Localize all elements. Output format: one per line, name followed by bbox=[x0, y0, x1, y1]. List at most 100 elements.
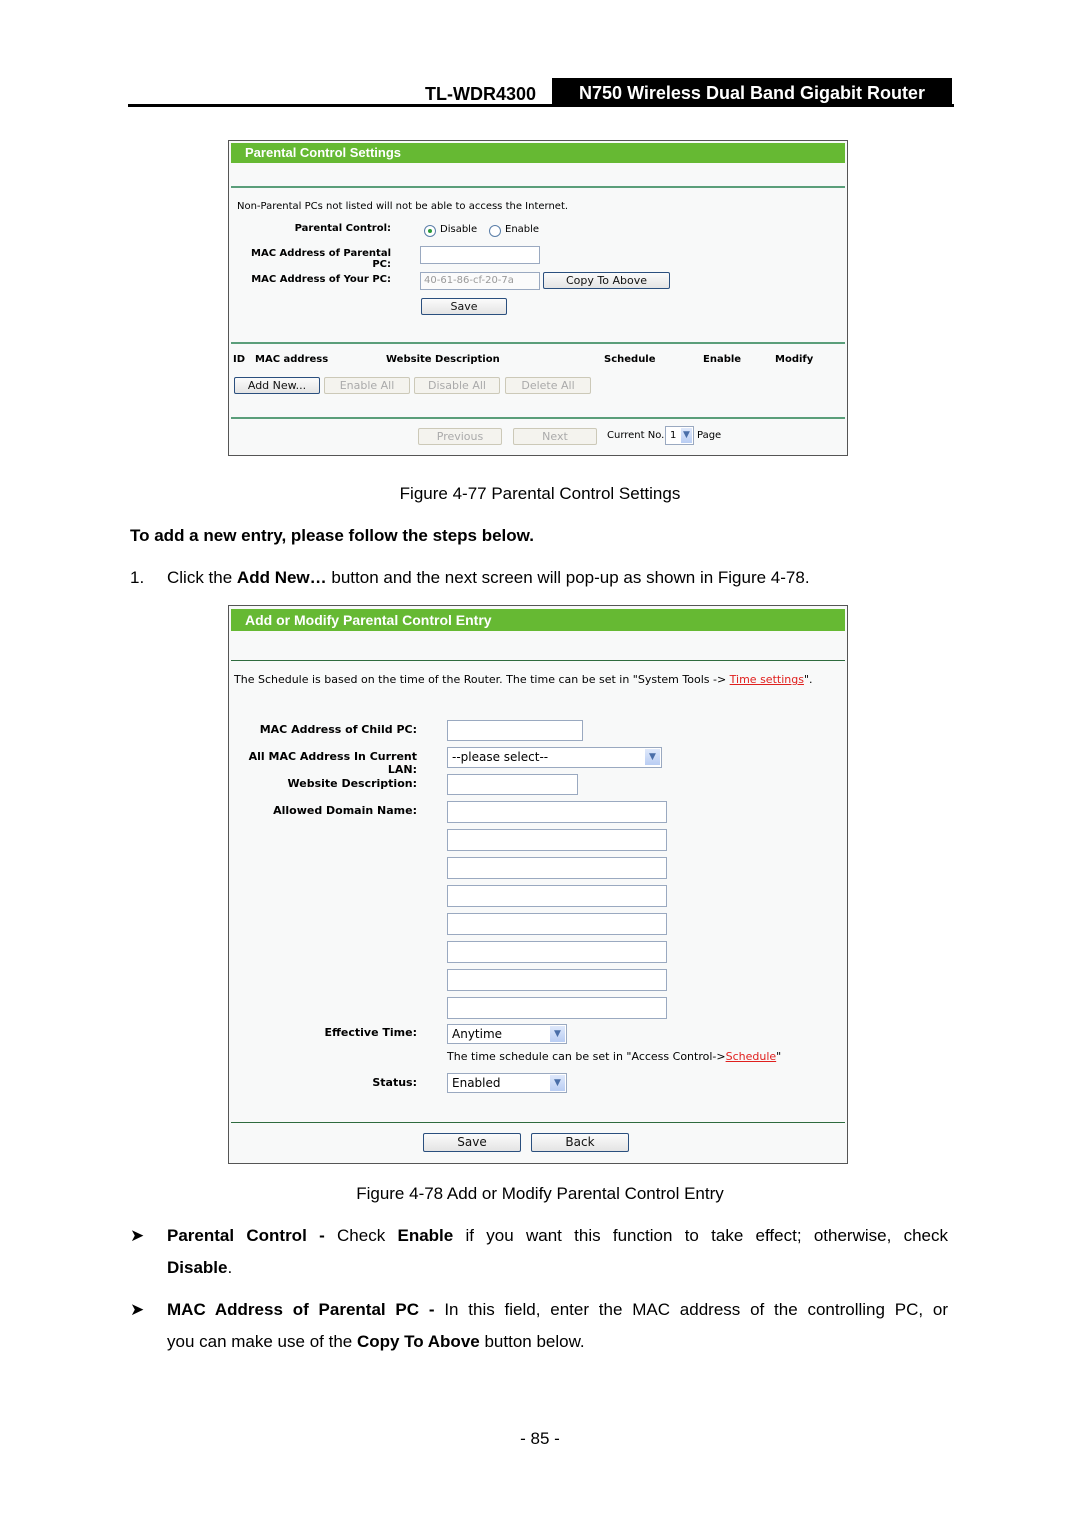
notice-text: Non-Parental PCs not listed will not be … bbox=[237, 201, 569, 212]
allowed-domain-label: Allowed Domain Name: bbox=[273, 804, 417, 817]
enable-radio-label: Enable bbox=[505, 224, 540, 235]
status-label: Status: bbox=[372, 1076, 417, 1089]
allowed-domain-input[interactable] bbox=[447, 969, 667, 991]
disable-radio[interactable] bbox=[424, 225, 436, 237]
col-header-enable: Enable bbox=[703, 354, 742, 365]
panel-title: Add or Modify Parental Control Entry bbox=[231, 609, 845, 631]
bullet-2-text-2: you can make use of the bbox=[167, 1332, 357, 1351]
header-divider bbox=[128, 104, 954, 107]
status-select[interactable]: Enabled ▼ bbox=[447, 1073, 567, 1093]
delete-all-button[interactable]: Delete All bbox=[505, 377, 591, 394]
next-button[interactable]: Next bbox=[513, 428, 597, 445]
header-model: TL-WDR4300 bbox=[425, 84, 537, 104]
mac-child-input[interactable] bbox=[447, 720, 583, 741]
bullet-1-bold-disable: Disable bbox=[167, 1258, 228, 1277]
bullet-2-line-1: MAC Address of Parental PC - In this fie… bbox=[167, 1300, 948, 1320]
figure-78-caption: Figure 4-78 Add or Modify Parental Contr… bbox=[356, 1184, 724, 1203]
previous-button[interactable]: Previous bbox=[418, 428, 502, 445]
add-new-button[interactable]: Add New... bbox=[234, 377, 320, 394]
bullet-2-bold: Copy To Above bbox=[356, 1332, 480, 1351]
allowed-domain-input[interactable] bbox=[447, 997, 667, 1019]
copy-to-above-button[interactable]: Copy To Above bbox=[543, 272, 670, 289]
bullet-1-line-1: Parental Control - Check Enable if you w… bbox=[167, 1226, 948, 1246]
chevron-down-icon: ▼ bbox=[550, 1075, 565, 1091]
step-1-bold: Add New… bbox=[236, 568, 327, 587]
allowed-domain-input[interactable] bbox=[447, 885, 667, 907]
back-button[interactable]: Back bbox=[531, 1133, 629, 1152]
add-modify-entry-panel: Add or Modify Parental Control Entry The… bbox=[228, 605, 848, 1164]
allowed-domain-input[interactable] bbox=[447, 941, 667, 963]
bullet-2-line-2: you can make use of the Copy To Above bu… bbox=[167, 1332, 585, 1352]
step-1-number: 1. bbox=[130, 568, 145, 587]
mac-your-pc-label: MAC Address of Your PC: bbox=[251, 274, 391, 285]
page-select[interactable]: 1 ▼ bbox=[665, 426, 694, 445]
mac-child-label: MAC Address of Child PC: bbox=[259, 723, 417, 736]
bullet-1-bold-enable: Enable bbox=[397, 1226, 454, 1245]
allowed-domain-input[interactable] bbox=[447, 801, 667, 823]
website-desc-label: Website Description: bbox=[287, 777, 418, 790]
divider bbox=[231, 186, 845, 188]
bullet-1-text: Check bbox=[337, 1226, 398, 1245]
page-number: - 85 - bbox=[520, 1429, 560, 1448]
bullet-2-term: MAC Address of Parental PC - bbox=[167, 1300, 445, 1319]
mac-your-pc-input[interactable]: 40-61-86-cf-20-7a bbox=[420, 272, 540, 290]
schedule-note-pre: The Schedule is based on the time of the… bbox=[234, 673, 730, 686]
col-header-modify: Modify bbox=[775, 354, 814, 365]
effective-time-label: Effective Time: bbox=[324, 1026, 418, 1039]
bullet-1-term: Parental Control - bbox=[167, 1226, 338, 1245]
mac-parental-input[interactable] bbox=[420, 246, 540, 264]
effective-time-value: Anytime bbox=[452, 1027, 503, 1041]
all-mac-select-value: --please select-- bbox=[452, 750, 549, 764]
bullet-1-text-3: . bbox=[227, 1258, 233, 1277]
schedule-note-post: ". bbox=[803, 673, 813, 686]
website-desc-input[interactable] bbox=[447, 774, 578, 795]
time-note-pre: The time schedule can be set in "Access … bbox=[447, 1050, 726, 1063]
bullet-arrow-icon: ➤ bbox=[130, 1226, 145, 1245]
parental-control-settings-panel: Parental Control Settings Non-Parental P… bbox=[228, 140, 848, 456]
save-button[interactable]: Save bbox=[421, 298, 507, 315]
time-settings-link[interactable]: Time settings bbox=[730, 673, 804, 686]
time-note: The time schedule can be set in "Access … bbox=[447, 1050, 781, 1063]
panel-title: Parental Control Settings bbox=[231, 143, 845, 163]
save-button[interactable]: Save bbox=[423, 1133, 521, 1152]
schedule-link[interactable]: Schedule bbox=[726, 1050, 777, 1063]
allowed-domain-input[interactable] bbox=[447, 829, 667, 851]
effective-time-select[interactable]: Anytime ▼ bbox=[447, 1024, 567, 1044]
col-header-schedule: Schedule bbox=[604, 354, 656, 365]
header-product: N750 Wireless Dual Band Gigabit Router bbox=[552, 78, 952, 107]
schedule-note: The Schedule is based on the time of the… bbox=[234, 673, 813, 686]
all-mac-select[interactable]: --please select-- ▼ bbox=[447, 747, 662, 768]
chevron-down-icon: ▼ bbox=[681, 428, 692, 443]
parental-control-label: Parental Control: bbox=[294, 223, 391, 234]
chevron-down-icon: ▼ bbox=[645, 749, 660, 765]
bullet-2-text: In this field, enter the MAC address of … bbox=[444, 1300, 949, 1319]
figure-77-caption: Figure 4-77 Parental Control Settings bbox=[399, 484, 681, 503]
bullet-2-text-3: button below. bbox=[479, 1332, 585, 1351]
divider bbox=[231, 417, 845, 419]
allowed-domain-input[interactable] bbox=[447, 913, 667, 935]
divider bbox=[231, 660, 845, 661]
time-note-post: " bbox=[776, 1050, 782, 1063]
col-header-mac: MAC address bbox=[255, 354, 329, 365]
current-no-label: Current No. bbox=[607, 430, 665, 441]
page-label: Page bbox=[697, 430, 722, 441]
enable-radio[interactable] bbox=[489, 225, 501, 237]
step-1-post: button and the next screen will pop-up a… bbox=[326, 568, 810, 587]
mac-parental-label: MAC Address of Parental PC: bbox=[251, 248, 391, 270]
chevron-down-icon: ▼ bbox=[550, 1026, 565, 1042]
bullet-1-line-2: Disable. bbox=[167, 1258, 232, 1278]
divider bbox=[231, 1122, 845, 1123]
col-header-website: Website Description bbox=[386, 354, 500, 365]
step-1-text: Click the Add New… button and the next s… bbox=[167, 568, 810, 588]
steps-heading: To add a new entry, please follow the st… bbox=[130, 526, 534, 545]
disable-all-button[interactable]: Disable All bbox=[414, 377, 500, 394]
enable-all-button[interactable]: Enable All bbox=[324, 377, 410, 394]
all-mac-label: All MAC Address In Current LAN: bbox=[248, 750, 417, 776]
allowed-domain-input[interactable] bbox=[447, 857, 667, 879]
step-1-pre: Click the bbox=[167, 568, 237, 587]
disable-radio-label: Disable bbox=[440, 224, 478, 235]
bullet-1-text-2: if you want this function to take effect… bbox=[453, 1226, 949, 1245]
col-header-id: ID bbox=[233, 354, 246, 365]
status-value: Enabled bbox=[452, 1076, 501, 1090]
page-select-value: 1 bbox=[670, 430, 677, 441]
